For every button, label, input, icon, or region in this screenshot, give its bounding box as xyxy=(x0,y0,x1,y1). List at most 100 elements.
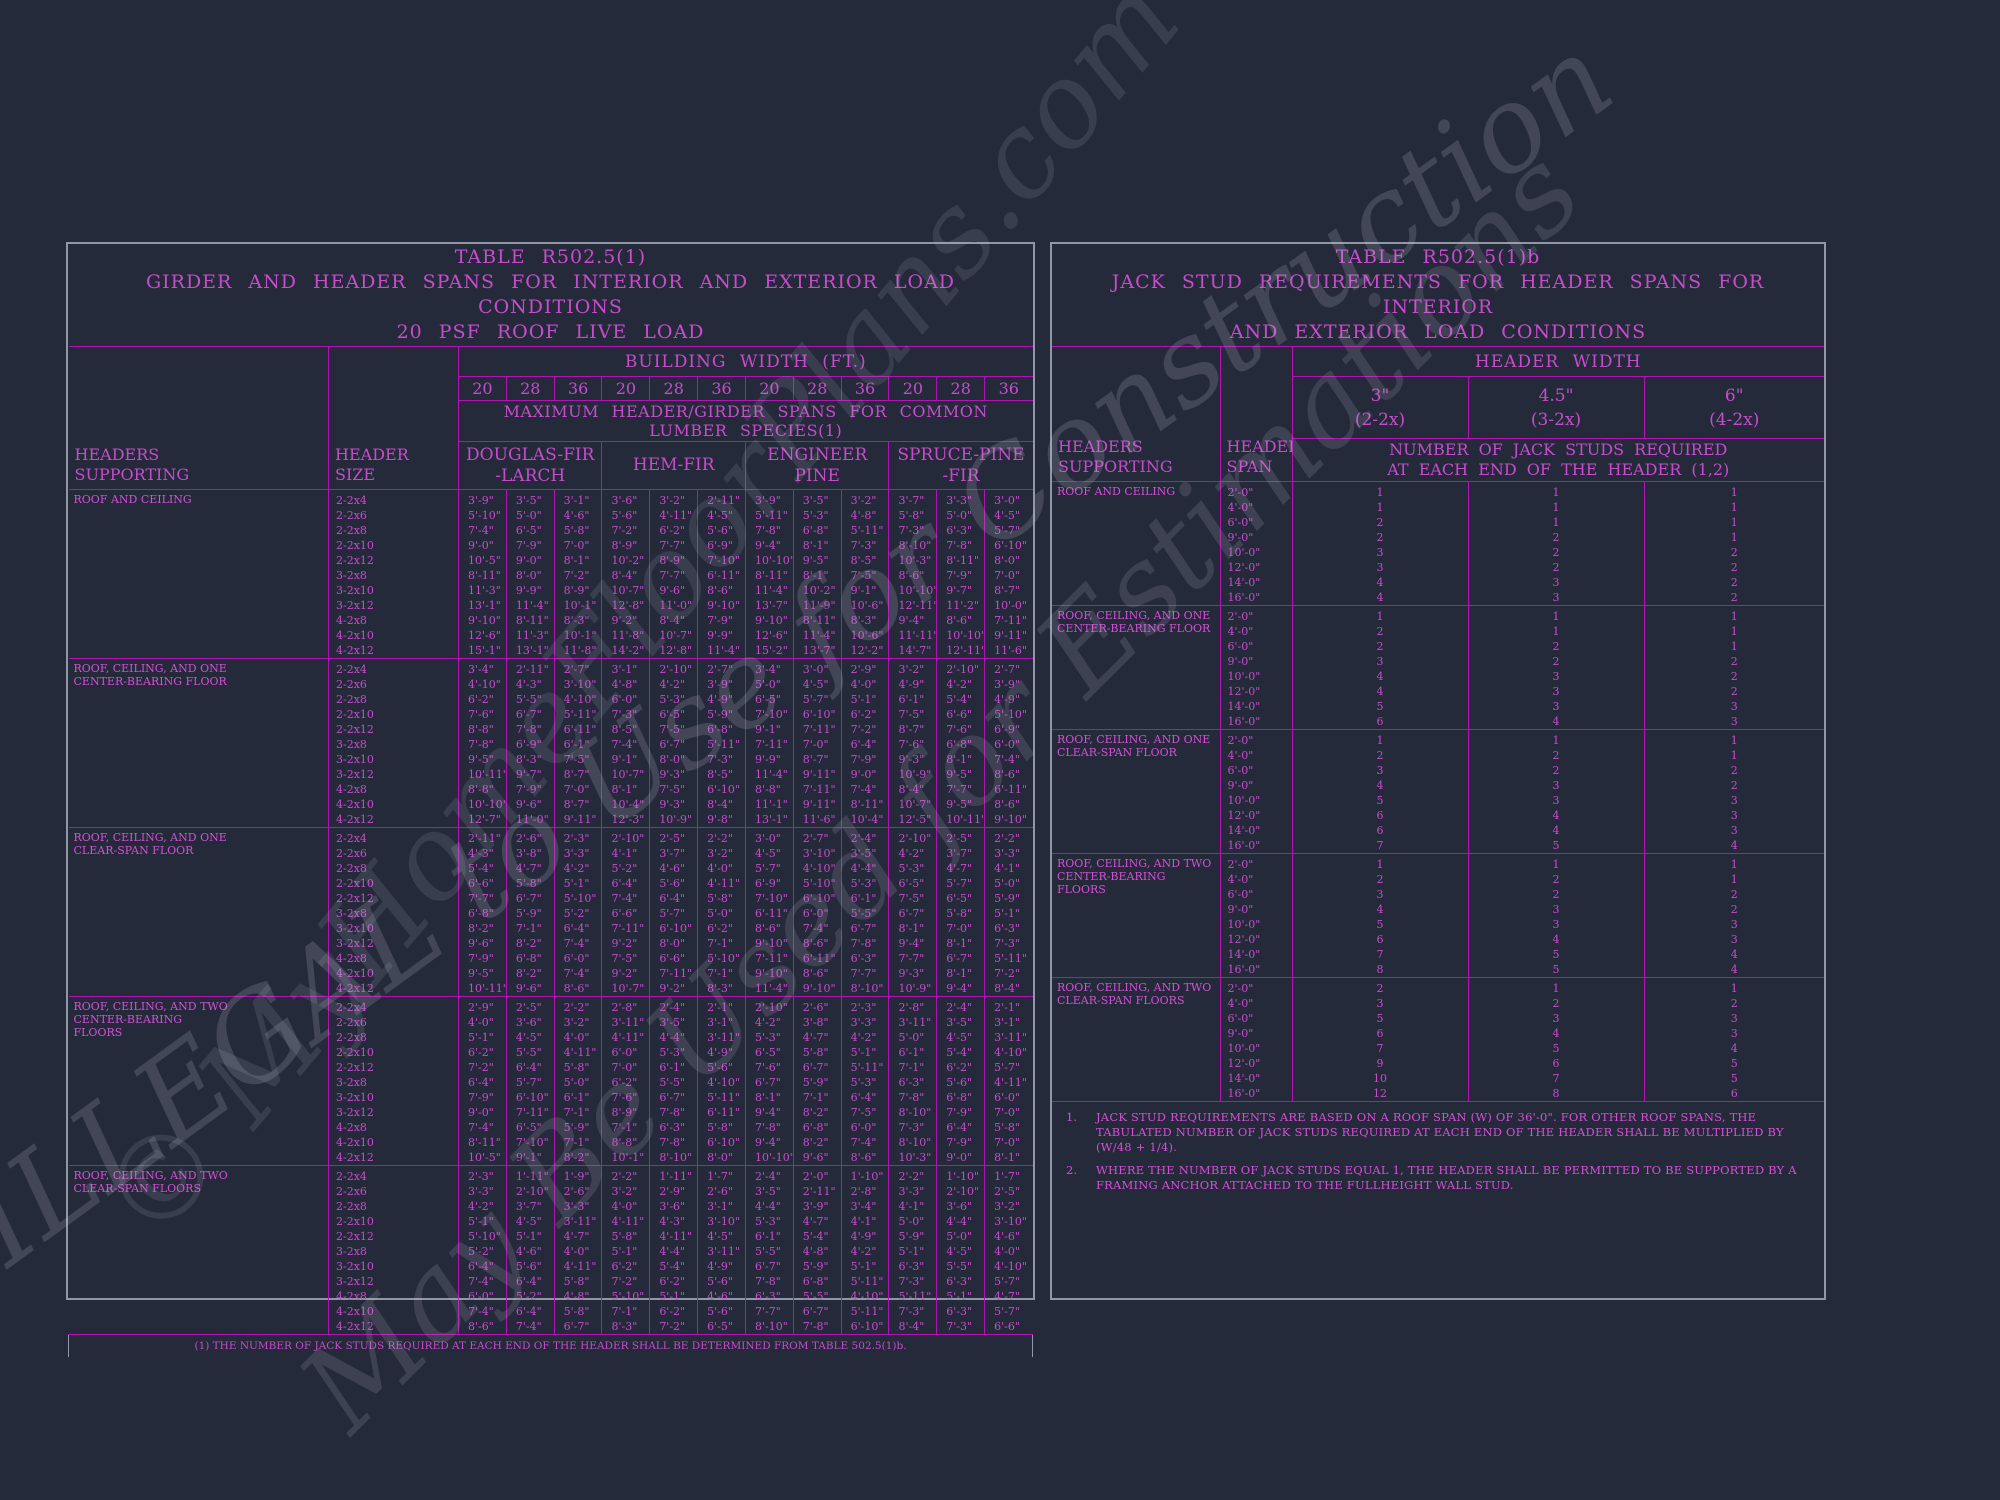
jack-stud-count: 1 xyxy=(1293,609,1468,624)
span-value: 6'-2" xyxy=(707,921,745,936)
span-value-column: 3'-9"5'-11"7'-8"9'-4"10'-10"8'-11"11'-4"… xyxy=(745,490,793,659)
span-value: 9'-4" xyxy=(946,981,984,996)
header-span-value: 14'-0" xyxy=(1228,699,1292,714)
span-value: 6'-8" xyxy=(803,1274,841,1289)
span-value: 4'-2" xyxy=(659,677,697,692)
span-value-column: 2'-9"4'-0"5'-1"6'-2"7'-2"6'-4"7'-9"9'-0"… xyxy=(459,997,507,1166)
span-value: 5'-0" xyxy=(755,677,793,692)
header-span-column: 2'-0"4'-0"6'-0"9'-0"10'-0"12'-0"14'-0"16… xyxy=(1220,730,1292,854)
header-size-value: 2-2x4 xyxy=(336,1000,458,1015)
span-value: 5'-10" xyxy=(611,1289,649,1304)
span-value: 6'-7" xyxy=(564,1319,602,1334)
jack-stud-count: 1 xyxy=(1469,857,1644,872)
span-value-column: 2'-4"3'-5"4'-4"5'-3"6'-1"5'-5"6'-7"7'-8"… xyxy=(745,1166,793,1335)
span-value: 6'-1" xyxy=(898,1045,936,1060)
span-value: 9'-4" xyxy=(755,538,793,553)
span-value: 5'-5" xyxy=(659,1075,697,1090)
jack-stud-count: 2 xyxy=(1645,902,1825,917)
header-size-value: 4-2x12 xyxy=(336,1150,458,1165)
group-label-text: ROOF, CEILING, AND TWO CENTER-BEARING FL… xyxy=(74,1000,234,1039)
span-value: 3'-1" xyxy=(994,1015,1032,1030)
span-value: 7'-4" xyxy=(564,966,602,981)
header-span-value: 9'-0" xyxy=(1228,1026,1292,1041)
jack-stud-count: 5 xyxy=(1293,917,1468,932)
span-value: 5'-8" xyxy=(946,906,984,921)
span-value: 5'-0" xyxy=(898,1030,936,1045)
jack-stud-count-column: 12345678 xyxy=(1468,978,1644,1102)
footnote: 1.JACK STUD REQUIREMENTS ARE BASED ON A … xyxy=(1062,1110,1814,1155)
span-value: 5'-4" xyxy=(468,861,506,876)
jack-stud-count: 2 xyxy=(1293,748,1468,763)
header-size-value: 4-2x8 xyxy=(336,1289,458,1304)
span-value: 9'-7" xyxy=(516,767,554,782)
jack-stud-count: 10 xyxy=(1293,1071,1468,1086)
span-value: 4'-6" xyxy=(707,1289,745,1304)
header-size-value: 2-2x12 xyxy=(336,891,458,906)
span-value: 5'-11" xyxy=(707,1090,745,1105)
header-width-value: 4.5" (3-2x) xyxy=(1468,377,1644,439)
span-value: 8'-2" xyxy=(516,966,554,981)
span-value: 3'-2" xyxy=(707,846,745,861)
jack-stud-count: 4 xyxy=(1293,669,1468,684)
span-value: 6'-2" xyxy=(611,1259,649,1274)
building-width-value: 20 xyxy=(745,377,793,401)
span-value-column: 3'-1"4'-6"5'-8"7'-0"8'-1"7'-2"8'-9"10'-1… xyxy=(554,490,602,659)
span-value: 10'-9" xyxy=(659,812,697,827)
jack-stud-count-column: 11122233 xyxy=(1468,482,1644,606)
span-value: 12'-3" xyxy=(611,812,649,827)
header-size-column: 2-2x42-2x62-2x82-2x102-2x123-2x83-2x103-… xyxy=(329,659,459,828)
span-value: 4'-7" xyxy=(803,1214,841,1229)
span-value: 4'-2" xyxy=(851,1030,889,1045)
span-value: 9'-11" xyxy=(994,628,1032,643)
span-value: 6'-5" xyxy=(946,891,984,906)
jack-stud-count: 4 xyxy=(1469,823,1644,838)
jack-stud-count: 1 xyxy=(1645,500,1825,515)
jack-stud-count: 12 xyxy=(1293,1086,1468,1101)
jack-stud-count: 1 xyxy=(1645,609,1825,624)
span-value-column: 3'-2"4'-11"6'-2"7'-7"8'-9"7'-7"9'-6"11'-… xyxy=(650,490,698,659)
span-value: 5'-3" xyxy=(851,876,889,891)
header-size-value: 4-2x10 xyxy=(336,1135,458,1150)
span-value: 4'-5" xyxy=(707,1229,745,1244)
span-value: 5'-4" xyxy=(946,1045,984,1060)
jack-stud-group-row: ROOF, CEILING, AND TWO CLEAR-SPAN FLOORS… xyxy=(1052,978,1824,1102)
span-value: 10'-10" xyxy=(755,553,793,568)
span-value: 10'-5" xyxy=(468,553,506,568)
span-value: 5'-9" xyxy=(564,1120,602,1135)
span-value: 9'-2" xyxy=(611,936,649,951)
span-value: 6'-7" xyxy=(851,921,889,936)
span-value: 5'-2" xyxy=(611,861,649,876)
span-value: 4'-6" xyxy=(994,1229,1032,1244)
jack-stud-count: 2 xyxy=(1469,887,1644,902)
span-value: 4'-1" xyxy=(611,846,649,861)
span-value: 7'-0" xyxy=(946,921,984,936)
span-value: 5'-7" xyxy=(803,692,841,707)
span-value: 2'-5" xyxy=(994,1184,1032,1199)
span-value: 8'-11" xyxy=(468,1135,506,1150)
span-value: 3'-7" xyxy=(516,1199,554,1214)
span-value: 5'-7" xyxy=(994,1304,1032,1319)
span-value: 6'-2" xyxy=(468,692,506,707)
group-label-text: ROOF, CEILING, AND TWO CLEAR-SPAN FLOORS xyxy=(1057,981,1215,1007)
span-value: 4'-9" xyxy=(707,1259,745,1274)
span-value: 7'-10" xyxy=(755,707,793,722)
span-value: 5'-0" xyxy=(707,906,745,921)
span-value: 11'-4" xyxy=(755,981,793,996)
span-value: 8'-9" xyxy=(659,553,697,568)
jack-stud-count: 4 xyxy=(1469,714,1644,729)
span-value: 3'-4" xyxy=(851,1199,889,1214)
span-value: 6'-4" xyxy=(659,891,697,906)
span-value: 8'-7" xyxy=(564,797,602,812)
span-value: 7'-1" xyxy=(564,1105,602,1120)
header-width-value: 3" (2-2x) xyxy=(1292,377,1468,439)
span-value: 8'-1" xyxy=(611,782,649,797)
header-size-value: 2-2x6 xyxy=(336,677,458,692)
span-value: 5'-9" xyxy=(898,1229,936,1244)
span-value: 3'-2" xyxy=(659,493,697,508)
jack-stud-count: 2 xyxy=(1469,545,1644,560)
span-value: 3'-11" xyxy=(707,1244,745,1259)
span-value: 7'-8" xyxy=(755,523,793,538)
span-value: 4'-11" xyxy=(611,1214,649,1229)
span-value: 4'-9" xyxy=(851,1229,889,1244)
span-value: 5'-8" xyxy=(707,891,745,906)
